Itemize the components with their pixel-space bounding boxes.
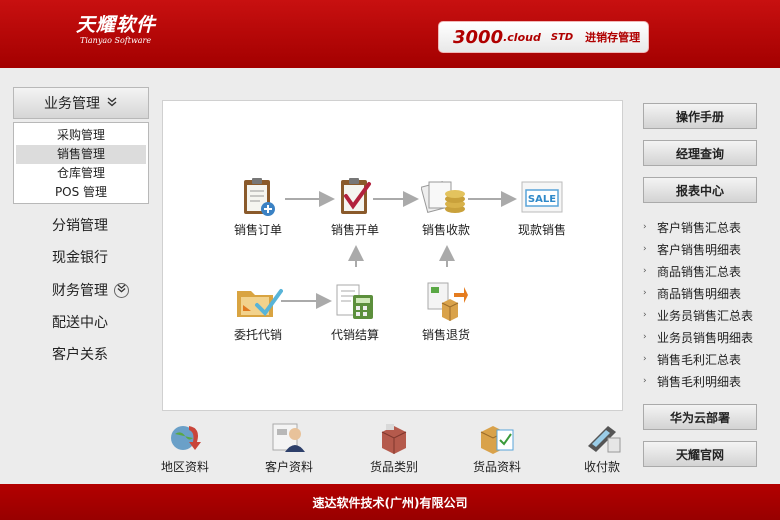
report-label: 业务员销售明细表 — [657, 330, 754, 345]
report-link[interactable]: › 业务员销售明细表 — [643, 326, 773, 348]
caret-right-icon: › — [643, 288, 647, 298]
app-footer: 速达软件技术(广州)有限公司 — [0, 484, 780, 520]
quick-region-data[interactable]: 地区资料 — [150, 420, 220, 475]
customer-card-icon — [272, 423, 305, 452]
quick-product-category[interactable]: 货品类别 — [359, 420, 429, 475]
quick-label: 收付款 — [583, 460, 620, 474]
report-label: 商品销售汇总表 — [657, 264, 742, 279]
caret-right-icon: › — [643, 244, 647, 254]
report-label: 客户销售汇总表 — [657, 220, 742, 235]
button-label: 报表中心 — [675, 183, 724, 198]
button-label: 操作手册 — [675, 109, 724, 124]
report-label: 业务员销售汇总表 — [657, 308, 754, 323]
caret-right-icon: › — [643, 266, 647, 276]
report-link[interactable]: › 客户销售明细表 — [643, 238, 773, 260]
report-link[interactable]: › 商品销售汇总表 — [643, 260, 773, 282]
official-site-button[interactable]: 天耀官网 — [643, 441, 757, 467]
report-link[interactable]: › 销售毛利明细表 — [643, 370, 773, 392]
card-terminal-icon — [588, 426, 621, 453]
quick-label: 货品资料 — [472, 460, 521, 474]
box-category-icon — [381, 424, 407, 454]
report-label: 客户销售明细表 — [657, 242, 742, 257]
report-label: 销售毛利明细表 — [657, 374, 742, 389]
button-label: 经理查询 — [675, 146, 724, 161]
report-list: › 客户销售汇总表 › 客户销售明细表 › 商品销售汇总表 › 商品销售明细表 › 业务员… — [643, 216, 773, 392]
report-link[interactable]: › 销售毛利汇总表 — [643, 348, 773, 370]
report-link[interactable]: › 商品销售明细表 — [643, 282, 773, 304]
quick-product-data[interactable]: 货品资料 — [462, 420, 532, 475]
footer-company: 速达软件技术(广州)有限公司 — [312, 495, 468, 510]
report-center-button[interactable]: 报表中心 — [643, 177, 757, 203]
caret-right-icon: › — [643, 376, 647, 386]
quick-label: 地区资料 — [160, 460, 209, 474]
globe-arrow-icon — [171, 426, 201, 450]
huawei-cloud-button[interactable]: 华为云部署 — [643, 404, 757, 430]
manager-query-button[interactable]: 经理查询 — [643, 140, 757, 166]
manual-button[interactable]: 操作手册 — [643, 103, 757, 129]
quick-label: 客户资料 — [264, 460, 313, 474]
caret-right-icon: › — [643, 222, 647, 232]
button-label: 天耀官网 — [675, 447, 724, 462]
quick-payments[interactable]: 收付款 — [567, 420, 623, 475]
box-checklist-icon — [480, 426, 514, 454]
report-link[interactable]: › 业务员销售汇总表 — [643, 304, 773, 326]
quick-label: 货品类别 — [369, 460, 418, 474]
report-label: 销售毛利汇总表 — [657, 352, 742, 367]
caret-right-icon: › — [643, 354, 647, 364]
quick-customer-data[interactable]: 客户资料 — [254, 420, 324, 475]
caret-right-icon: › — [643, 310, 647, 320]
button-label: 华为云部署 — [669, 410, 730, 425]
report-label: 商品销售明细表 — [657, 286, 742, 301]
report-link[interactable]: › 客户销售汇总表 — [643, 216, 773, 238]
quick-access-bar: 地区资料 客户资料 货品类别 货品资料 收付款 — [0, 0, 623, 484]
caret-right-icon: › — [643, 332, 647, 342]
